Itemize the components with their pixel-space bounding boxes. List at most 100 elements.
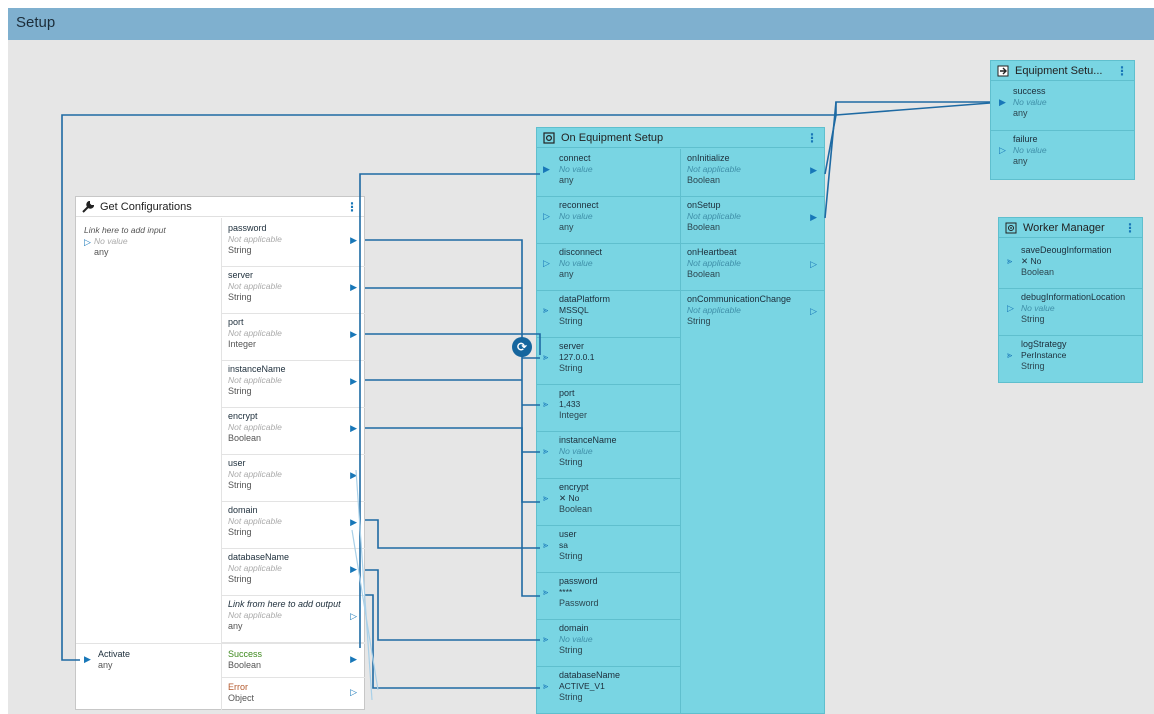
input-port-success[interactable]: success No value any ▶ [991,82,1134,130]
input-port-connect[interactable]: connect No value any ▶ [537,149,680,196]
section-divider [76,643,366,644]
port-value: 1,433 [559,399,581,409]
port-name: onHeartbeat [687,247,737,257]
port-value: Not applicable [228,328,282,338]
input-arrow-icon: ▷ [84,237,91,247]
input-port-savedeouginformation[interactable]: saveDeougInformation ✕ No Boolean ⪢ [999,241,1142,288]
port-type: Boolean [687,222,721,232]
port-name: databaseName [228,552,290,562]
input-arrow-icon: ⪢ [543,634,549,644]
output-port-port[interactable]: port Not applicable Integer ▶ [222,313,365,360]
output-port-domain[interactable]: domain Not applicable String ▶ [222,501,365,548]
output-port-user[interactable]: user Not applicable String ▶ [222,454,365,501]
activate-input-port[interactable]: Activate any ▶ [76,645,221,685]
port-value: Not applicable [228,516,282,526]
add-input-port[interactable]: Link here to add input ▷ No value any [76,221,221,258]
output-port-instancename[interactable]: instanceName Not applicable String ▶ [222,360,365,407]
port-type: any [228,621,243,631]
on-equipment-setup-node[interactable]: On Equipment Setup ⋮ connect No value any ▶… [536,127,825,714]
input-arrow-icon: ⪢ [543,540,549,550]
port-type: String [559,316,583,326]
output-port-server[interactable]: server Not applicable String ▶ [222,266,365,313]
success-output-port[interactable]: Success Boolean ▶ [222,645,365,677]
output-port-onheartbeat[interactable]: onHeartbeat Not applicable Boolean ▷ [681,243,825,290]
on-equipment-setup-title: On Equipment Setup [561,131,664,144]
output-port-encrypt[interactable]: encrypt Not applicable Boolean ▶ [222,407,365,454]
output-arrow-icon: ▶ [350,423,357,433]
port-value: No value [559,446,593,456]
port-name: user [228,458,246,468]
input-arrow-icon: ⪢ [543,493,549,503]
input-port-failure[interactable]: failure No value any ▷ [991,130,1134,178]
equipment-setup-node[interactable]: Equipment Setu... ⋮ success No value any ▶ f… [990,60,1135,180]
port-value: Not applicable [687,305,741,315]
port-value: sa [559,540,568,550]
input-port-logstrategy[interactable]: logStrategy PerInstance String ⪢ [999,335,1142,382]
on-equipment-setup-header[interactable]: On Equipment Setup ⋮ [537,128,824,148]
worker-manager-node[interactable]: Worker Manager ⋮ saveDeougInformation ✕ N… [998,217,1143,383]
port-value: MSSQL [559,305,589,315]
port-value: Not applicable [228,375,282,385]
input-port-dataplatform[interactable]: dataPlatform MSSQL String ⪢ [537,290,680,337]
port-type: String [1021,361,1045,371]
error-output-port[interactable]: Error Object ▷ [222,678,365,710]
port-name: user [559,529,577,539]
port-type: Integer [228,339,257,349]
input-port-encrypt[interactable]: encrypt ✕ No Boolean ⪢ [537,478,680,525]
port-name: saveDeougInformation [1021,245,1112,255]
input-port-databasename[interactable]: databaseName ACTIVE_V1 String ⪢ [537,666,680,713]
input-arrow-icon: ⪢ [543,446,549,456]
output-arrow-icon: ▶ [350,235,357,245]
port-name: disconnect [559,247,603,257]
input-port-user[interactable]: user sa String ⪢ [537,525,680,572]
kebab-menu-icon[interactable]: ⋮ [346,200,358,214]
port-value: **** [559,587,573,597]
kebab-menu-icon[interactable]: ⋮ [1116,64,1128,78]
port-name: encrypt [228,411,258,421]
kebab-menu-icon[interactable]: ⋮ [806,131,818,145]
output-port-oninitialize[interactable]: onInitialize Not applicable Boolean ▶ [681,149,825,196]
input-port-instancename[interactable]: instanceName No value String ⪢ [537,431,680,478]
output-port-onsetup[interactable]: onSetup Not applicable Boolean ▶ [681,196,825,243]
port-type: String [559,457,583,467]
port-type: String [1021,314,1045,324]
input-port-debuginformationlocation[interactable]: debugInformationLocation No value String ▷ [999,288,1142,335]
worker-manager-title: Worker Manager [1023,221,1105,234]
input-port-disconnect[interactable]: disconnect No value any ▷ [537,243,680,290]
kebab-menu-icon[interactable]: ⋮ [1124,221,1136,235]
port-value: ✕ No [1021,256,1042,266]
port-type: String [228,245,252,255]
output-arrow-icon: ▶ [810,212,817,222]
output-port-databasename[interactable]: databaseName Not applicable String ▶ [222,548,365,595]
get-configurations-header[interactable]: Get Configurations ⋮ [76,197,364,217]
port-type: String [228,574,252,584]
get-configurations-node[interactable]: Get Configurations ⋮ Link here to add in… [75,196,366,710]
port-type: any [1013,108,1028,118]
equipment-setup-header[interactable]: Equipment Setu... ⋮ [991,61,1134,81]
refresh-icon[interactable]: ⟳ [512,337,532,357]
port-type: Password [559,598,599,608]
port-value: No value [559,634,593,644]
input-port-server[interactable]: server 127.0.0.1 String ⪢ [537,337,680,384]
get-configurations-title: Get Configurations [100,200,192,213]
output-port-link[interactable]: Link from here to add output Not applicab… [222,595,365,642]
input-port-password[interactable]: password **** Password ⪢ [537,572,680,619]
output-arrow-icon: ▶ [350,654,357,664]
output-arrow-icon: ▶ [350,282,357,292]
port-name: password [559,576,598,586]
port-name: dataPlatform [559,294,611,304]
port-name: instanceName [228,364,286,374]
port-type: Boolean [687,175,721,185]
input-port-reconnect[interactable]: reconnect No value any ▷ [537,196,680,243]
port-name: instanceName [559,435,617,445]
output-port-password[interactable]: password Not applicable String ▶ [222,219,365,266]
worker-manager-header[interactable]: Worker Manager ⋮ [999,218,1142,238]
output-port-oncommunicationchange[interactable]: onCommunicationChange Not applicable Strin… [681,290,825,337]
input-arrow-icon: ⪢ [543,681,549,691]
port-value: Not applicable [687,258,741,268]
input-arrow-icon: ⪢ [543,587,549,597]
input-port-domain[interactable]: domain No value String ⪢ [537,619,680,666]
input-port-port[interactable]: port 1,433 Integer ⪢ [537,384,680,431]
port-name: server [228,270,254,280]
gear-icon [543,131,555,144]
